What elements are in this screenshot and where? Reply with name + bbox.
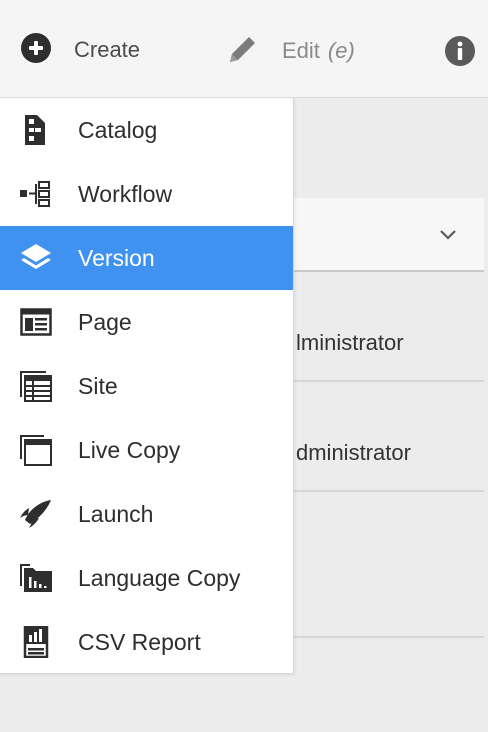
chevron-down-icon[interactable]	[438, 224, 458, 244]
menu-item-label: Version	[78, 244, 155, 271]
plus-circle-icon	[20, 32, 52, 69]
menu-item-label: Workflow	[78, 180, 173, 207]
create-label: Create	[74, 37, 141, 62]
menu-item-label: Site	[78, 372, 118, 399]
menu-item-launch[interactable]: Launch	[0, 482, 293, 546]
menu-item-workflow[interactable]: Workflow	[0, 162, 293, 226]
layers-icon	[18, 240, 54, 276]
menu-item-csv-report[interactable]: CSV Report	[0, 610, 293, 674]
menu-item-language-copy[interactable]: Language Copy	[0, 546, 293, 610]
edit-label: Edit	[282, 38, 320, 63]
launch-icon	[18, 496, 54, 532]
catalog-icon	[18, 112, 54, 148]
info-button[interactable]	[444, 35, 476, 67]
page-icon	[18, 304, 54, 340]
language-copy-icon	[18, 560, 54, 596]
info-icon	[444, 36, 476, 71]
menu-item-site[interactable]: Site	[0, 354, 293, 418]
menu-item-catalog[interactable]: Catalog	[0, 98, 293, 162]
row-text: lministrator	[296, 330, 404, 355]
menu-item-page[interactable]: Page	[0, 290, 293, 354]
edit-shortcut: (e)	[327, 38, 355, 63]
edit-button[interactable]: Edit (e)	[226, 34, 355, 68]
csv-report-icon	[18, 624, 54, 660]
row-text: dministrator	[296, 440, 411, 465]
menu-item-label: CSV Report	[78, 628, 201, 655]
workflow-icon	[18, 176, 54, 212]
menu-item-label: Catalog	[78, 116, 158, 143]
pencil-icon	[226, 32, 260, 71]
create-menu: Catalog Workflow Version Page Site Live …	[0, 98, 294, 674]
live-copy-icon	[18, 432, 54, 468]
site-icon	[18, 368, 54, 404]
menu-item-live-copy[interactable]: Live Copy	[0, 418, 293, 482]
toolbar: Create Edit (e)	[0, 0, 488, 98]
menu-item-label: Launch	[78, 500, 154, 527]
menu-item-version[interactable]: Version	[0, 226, 293, 290]
menu-item-label: Live Copy	[78, 436, 181, 463]
menu-item-label: Language Copy	[78, 564, 241, 591]
menu-item-label: Page	[78, 308, 132, 335]
create-button[interactable]: Create	[20, 32, 141, 69]
